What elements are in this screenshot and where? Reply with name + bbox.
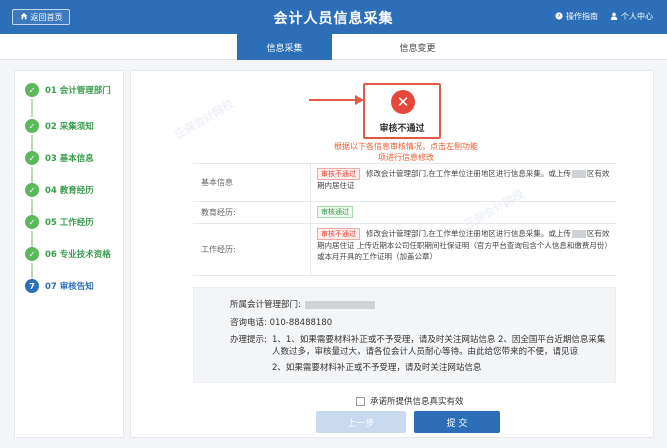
tab-info-collect[interactable]: 信息采集 [237, 34, 332, 60]
phone-label: 咨询电话: [230, 318, 267, 328]
row-label: 教育经历: [193, 202, 311, 223]
redacted-block [571, 230, 586, 238]
dept-line: 所属会计管理部门: [230, 298, 375, 310]
row-label: 工作经历: [193, 224, 311, 275]
review-status-text: 审核不通过 [379, 124, 425, 134]
arrow-icon [309, 95, 364, 105]
step-item[interactable]: ✓ 03 基本信息 [25, 151, 94, 165]
check-icon: ✓ [25, 215, 39, 229]
agree-row[interactable]: 承诺所提供信息真实有效 [356, 395, 464, 407]
svg-text:?: ? [558, 14, 561, 20]
step-item[interactable]: ✓ 06 专业技术资格 [25, 247, 111, 261]
dept-label: 所属会计管理部门: [230, 300, 301, 310]
contact-info-box: 所属会计管理部门: 咨询电话: 010-88488180 办理提示: 1、1、如… [193, 287, 616, 383]
guide-label: 操作指南 [566, 12, 598, 21]
user-center-label: 个人中心 [621, 12, 653, 21]
step-label: 07 审核告知 [45, 282, 94, 292]
row-content: 审核不通过 修改会计管理部门,在工作单位注册地区进行信息采集。或上传 区有效期内居住… [311, 164, 616, 201]
tips-item: 1、1、如果需要材料补正或不予受理，请及时关注网站信息 2、因全国平台近期信息采… [272, 335, 606, 357]
review-result-box: ✕ 审核不通过 [363, 83, 441, 139]
row-text: 修改会计管理部门,在工作单位注册地区进行信息采集。或上传 [366, 169, 571, 178]
status-badge: 审核不通过 [317, 228, 360, 240]
redacted-block [571, 170, 586, 178]
tips-item: 2、如果需要材料补正或不予受理，请及时关注网站信息 [272, 363, 482, 373]
step-item-current[interactable]: 7 07 审核告知 [25, 279, 94, 293]
table-row: 基本信息 审核不通过 修改会计管理部门,在工作单位注册地区进行信息采集。或上传 区有… [193, 164, 616, 202]
tab-label: 信息变更 [399, 43, 436, 54]
step-sidebar: ✓ 01 会计管理部门 ✓ 02 采集须知 ✓ 03 基本信息 ✓ 04 教育经… [14, 70, 124, 438]
user-center-link[interactable]: 个人中心 [610, 11, 653, 22]
step-item[interactable]: ✓ 02 采集须知 [25, 119, 94, 133]
step-item[interactable]: ✓ 04 教育经历 [25, 183, 94, 197]
check-icon: ✓ [25, 151, 39, 165]
main-panel: 正保会计网校 正保会计网校 正保会计网校 ✕ 审核不通过 根据以下各信息审核情况… [130, 70, 654, 438]
step-label: 06 专业技术资格 [45, 250, 111, 260]
status-badge: 审核不通过 [317, 168, 360, 180]
status-badge: 审核通过 [317, 206, 353, 218]
tab-bar: 信息采集 信息变更 [0, 34, 667, 60]
review-table: 基本信息 审核不通过 修改会计管理部门,在工作单位注册地区进行信息采集。或上传 区有… [193, 163, 616, 276]
guide-link[interactable]: ? 操作指南 [555, 11, 598, 22]
redacted-block [304, 300, 375, 309]
step-label: 05 工作经历 [45, 218, 94, 228]
review-hint: 根据以下各信息审核情况，点击左侧功能项进行信息修改 [334, 142, 478, 162]
step-label: 04 教育经历 [45, 186, 94, 196]
phone-line: 咨询电话: 010-88488180 [230, 316, 332, 328]
row-content: 审核不通过 修改会计管理部门,在工作单位注册地区进行信息采集。或上传 区有效期内居住… [311, 224, 616, 275]
close-icon: ✕ [391, 90, 415, 114]
row-content: 审核通过 [311, 202, 616, 223]
question-icon: ? [555, 11, 563, 22]
prev-step-button[interactable]: 上一步 [316, 411, 406, 433]
step-label: 01 会计管理部门 [45, 86, 111, 96]
tab-label: 信息采集 [266, 43, 303, 54]
table-row: 教育经历: 审核通过 [193, 202, 616, 224]
step-label: 02 采集须知 [45, 122, 94, 132]
step-item[interactable]: ✓ 01 会计管理部门 [25, 83, 111, 97]
step-label: 03 基本信息 [45, 154, 94, 164]
check-icon: ✓ [25, 247, 39, 261]
agree-label: 承诺所提供信息真实有效 [370, 397, 464, 407]
row-text: 修改会计管理部门,在工作单位注册地区进行信息采集。或上传 [366, 229, 571, 238]
top-header: 返回首页 会计人员信息采集 ? 操作指南 个人中心 [0, 0, 667, 34]
tab-info-change[interactable]: 信息变更 [370, 34, 465, 60]
watermark: 正保会计网校 [172, 97, 237, 142]
tips-block: 办理提示: 1、1、如果需要材料补正或不予受理，请及时关注网站信息 2、因全国平… [230, 334, 610, 374]
check-icon: ✓ [25, 183, 39, 197]
tips-label: 办理提示: [230, 335, 267, 345]
table-row: 工作经历: 审核不通过 修改会计管理部门,在工作单位注册地区进行信息采集。或上传区… [193, 224, 616, 276]
phone-value: 010-88488180 [269, 318, 333, 328]
submit-button[interactable]: 提 交 [414, 411, 500, 433]
step-item[interactable]: ✓ 05 工作经历 [25, 215, 94, 229]
step-connector [31, 99, 33, 117]
step-number: 7 [25, 279, 39, 293]
user-icon [610, 12, 618, 22]
check-icon: ✓ [25, 119, 39, 133]
agree-checkbox[interactable] [356, 396, 365, 406]
check-icon: ✓ [25, 83, 39, 97]
row-label: 基本信息 [193, 164, 311, 201]
